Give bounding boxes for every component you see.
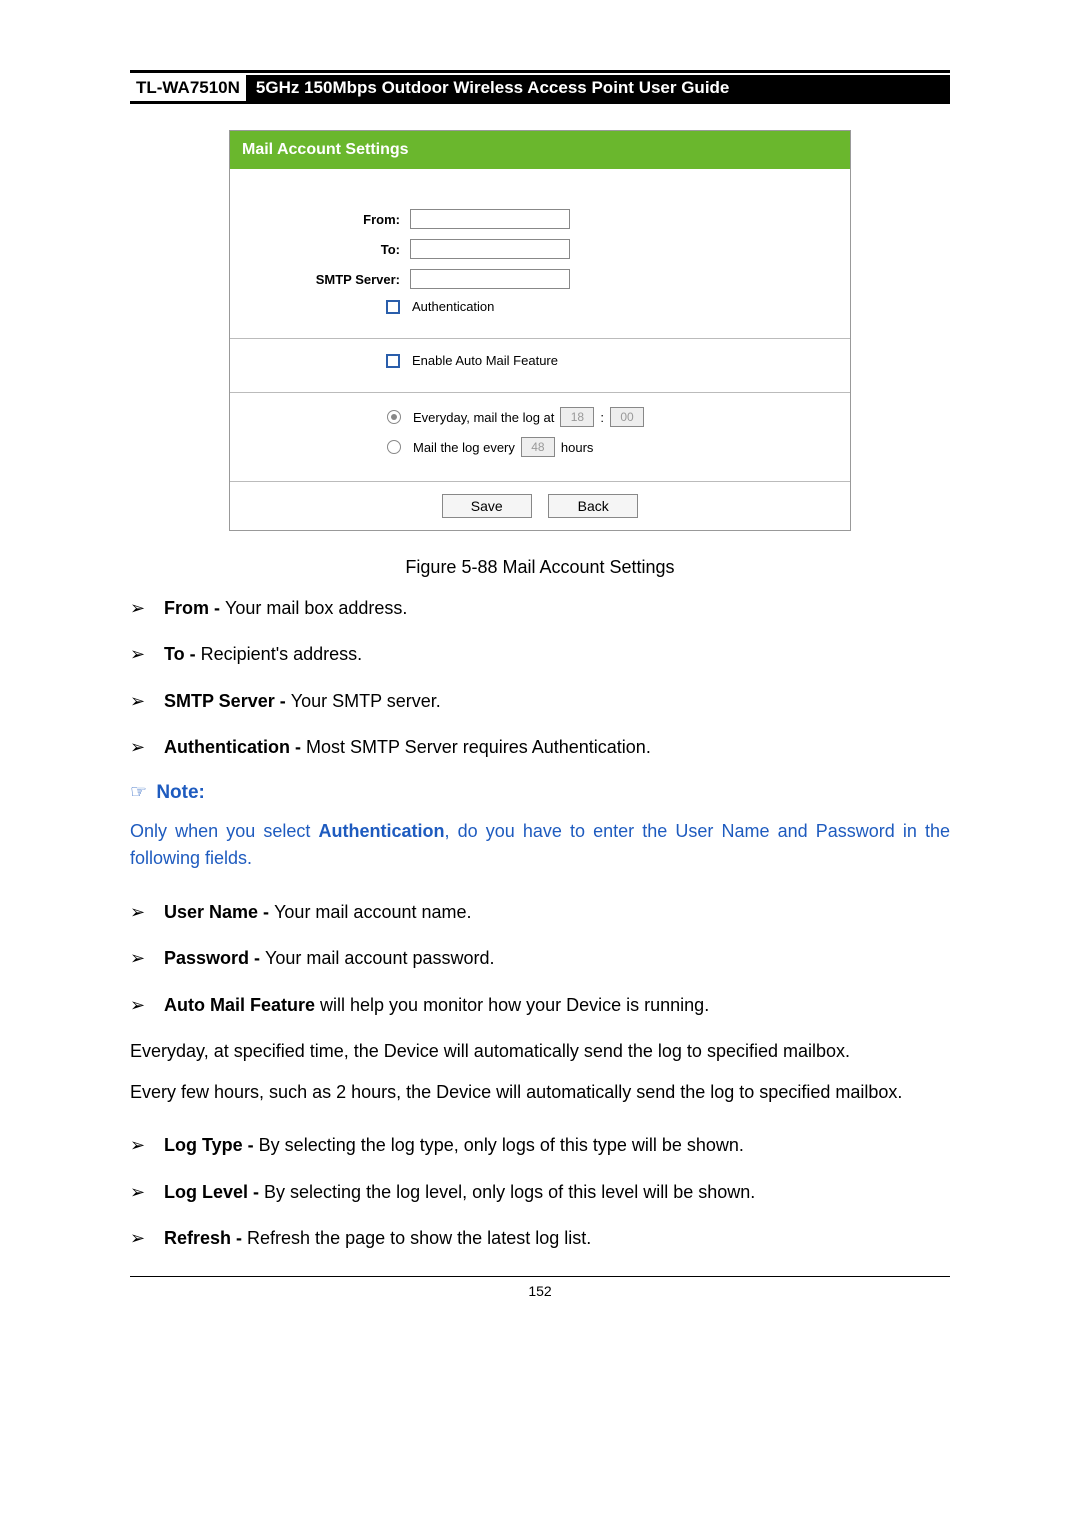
guide-title: 5GHz 150Mbps Outdoor Wireless Access Poi… bbox=[246, 75, 950, 101]
from-input[interactable] bbox=[410, 209, 570, 229]
list-item: Auto Mail Feature will help you monitor … bbox=[130, 993, 950, 1017]
label-auth: Authentication bbox=[412, 299, 494, 314]
smtp-input[interactable] bbox=[410, 269, 570, 289]
section-schedule: Everyday, mail the log at 18 : 00 Mail t… bbox=[230, 392, 850, 481]
to-input[interactable] bbox=[410, 239, 570, 259]
button-row: Save Back bbox=[230, 481, 850, 530]
minute-input[interactable]: 00 bbox=[610, 407, 644, 427]
note-label: Note: bbox=[156, 782, 205, 803]
radio-every-hours[interactable] bbox=[387, 440, 401, 454]
page-footer: 152 bbox=[130, 1276, 950, 1299]
figure-caption: Figure 5-88 Mail Account Settings bbox=[130, 557, 950, 578]
model-number: TL-WA7510N bbox=[130, 75, 246, 101]
section-mail-fields: From: To: SMTP Server: Authentication bbox=[230, 187, 850, 338]
bullet-list-2: User Name - Your mail account name. Pass… bbox=[130, 900, 950, 1017]
list-item: Refresh - Refresh the page to show the l… bbox=[130, 1226, 950, 1250]
label-to: To: bbox=[230, 242, 410, 257]
pointing-hand-icon: ☞ bbox=[130, 782, 147, 803]
label-smtp: SMTP Server: bbox=[230, 272, 410, 287]
panel-title: Mail Account Settings bbox=[230, 131, 850, 169]
list-item: To - Recipient's address. bbox=[130, 642, 950, 666]
back-button[interactable]: Back bbox=[548, 494, 638, 518]
bullet-list-3: Log Type - By selecting the log type, on… bbox=[130, 1133, 950, 1250]
mail-settings-panel: Mail Account Settings From: To: SMTP Ser… bbox=[229, 130, 851, 531]
label-from: From: bbox=[230, 212, 410, 227]
label-everyday: Everyday, mail the log at bbox=[413, 410, 554, 425]
paragraph-every-hours: Every few hours, such as 2 hours, the De… bbox=[130, 1080, 950, 1105]
note-body: Only when you select Authentication, do … bbox=[130, 818, 950, 872]
list-item: Authentication - Most SMTP Server requir… bbox=[130, 735, 950, 759]
radio-everyday[interactable] bbox=[387, 410, 401, 424]
every-hours-input[interactable]: 48 bbox=[521, 437, 555, 457]
page-number: 152 bbox=[528, 1283, 551, 1299]
save-button[interactable]: Save bbox=[442, 494, 532, 518]
note-heading: ☞ Note: bbox=[130, 781, 950, 804]
list-item: From - Your mail box address. bbox=[130, 596, 950, 620]
list-item: SMTP Server - Your SMTP server. bbox=[130, 689, 950, 713]
label-every-suffix: hours bbox=[561, 440, 594, 455]
list-item: Log Level - By selecting the log level, … bbox=[130, 1180, 950, 1204]
list-item: Password - Your mail account password. bbox=[130, 946, 950, 970]
auth-checkbox[interactable] bbox=[386, 300, 400, 314]
section-auto-mail: Enable Auto Mail Feature bbox=[230, 338, 850, 392]
label-every-pre: Mail the log every bbox=[413, 440, 515, 455]
hour-input[interactable]: 18 bbox=[560, 407, 594, 427]
bullet-list-1: From - Your mail box address. To - Recip… bbox=[130, 596, 950, 759]
paragraph-everyday: Everyday, at specified time, the Device … bbox=[130, 1039, 950, 1064]
label-enable-mail: Enable Auto Mail Feature bbox=[412, 353, 558, 368]
list-item: Log Type - By selecting the log type, on… bbox=[130, 1133, 950, 1157]
list-item: User Name - Your mail account name. bbox=[130, 900, 950, 924]
page-header: TL-WA7510N 5GHz 150Mbps Outdoor Wireless… bbox=[130, 75, 950, 104]
enable-mail-checkbox[interactable] bbox=[386, 354, 400, 368]
time-colon: : bbox=[594, 410, 610, 425]
